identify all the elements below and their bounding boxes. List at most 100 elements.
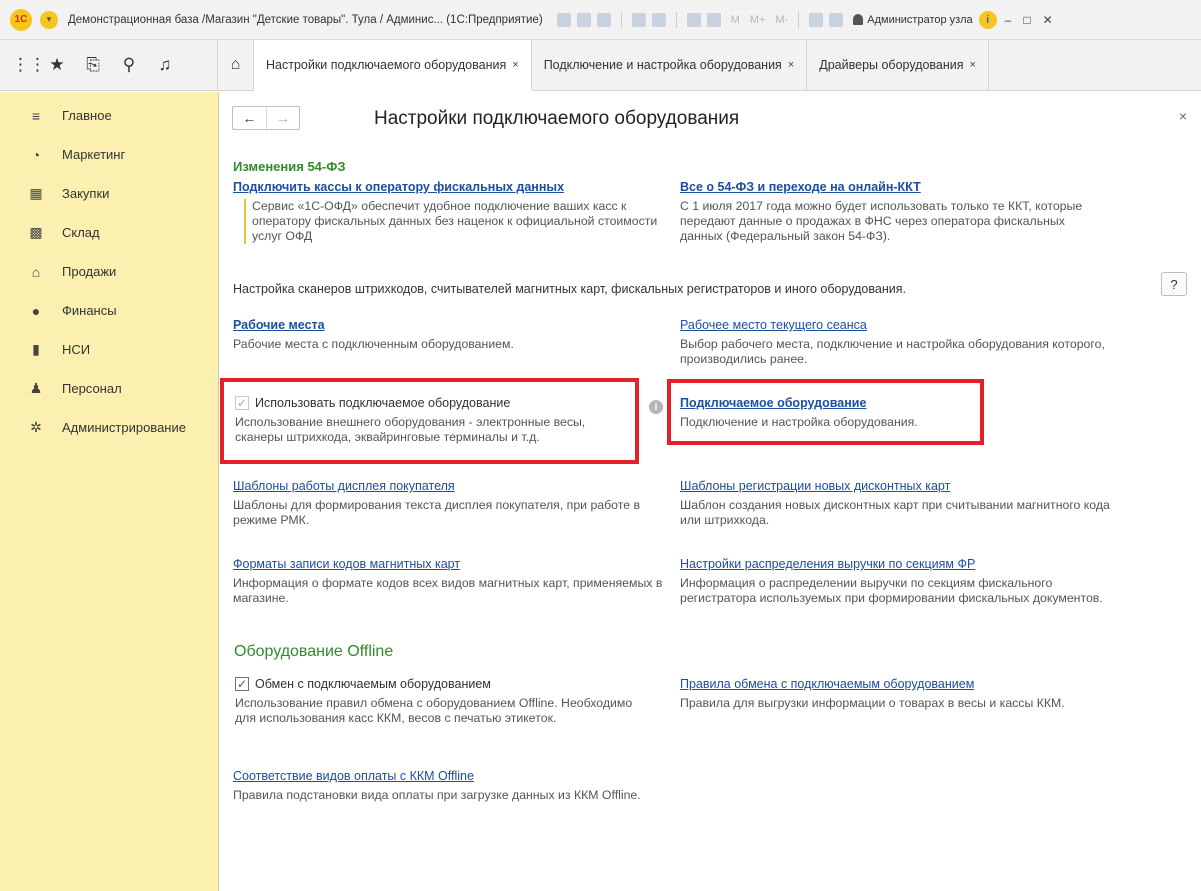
user-menu[interactable]: Администратор узла	[853, 13, 973, 26]
help-button[interactable]: ?	[1161, 272, 1187, 296]
sidebar-item-purchases[interactable]: ▦ Закупки	[0, 174, 218, 213]
cart-icon: ▦	[29, 185, 43, 201]
calendar-icon[interactable]	[706, 12, 721, 27]
sidebar-item-label: Финансы	[62, 303, 117, 318]
info-circle-icon[interactable]: i	[649, 400, 663, 414]
use-equipment-row[interactable]: ✓ Использовать подключаемое оборудование	[235, 396, 635, 410]
sections-sidebar: ≡ Главное ◔ Маркетинг ▦ Закупки ▩ Склад …	[0, 92, 219, 891]
panel-icon[interactable]	[829, 12, 844, 27]
close-window-button[interactable]: ✕	[1043, 13, 1053, 27]
sidebar-item-label: Главное	[62, 108, 112, 123]
main-menu-dropdown-icon[interactable]: ▾	[40, 10, 58, 29]
use-equipment-description: Использование внешнего оборудования - эл…	[235, 415, 586, 444]
close-form-icon[interactable]: ×	[1179, 108, 1187, 124]
memory-minus-button[interactable]: M-	[775, 14, 788, 26]
main-content: ← → Настройки подключаемого оборудования…	[220, 92, 1201, 891]
current-workplace-block: Рабочее место текущего сеанса Выбор рабо…	[680, 318, 1110, 367]
back-arrow-icon[interactable]: ←	[233, 107, 266, 129]
workplaces-block: Рабочие места Рабочие места с подключенн…	[233, 318, 653, 352]
tab-label: Драйверы оборудования	[819, 58, 964, 72]
info-icon[interactable]: i	[978, 10, 997, 29]
send-icon[interactable]	[651, 12, 666, 27]
payment-mapping-link[interactable]: Соответствие видов оплаты с ККМ Offline	[233, 769, 673, 783]
sections-menu-icon[interactable]: ⋮⋮	[12, 55, 46, 75]
intro-text: Настройка сканеров штрихкодов, считывате…	[233, 282, 906, 296]
magcard-formats-link[interactable]: Форматы записи кодов магнитных карт	[233, 557, 663, 571]
use-equipment-checkbox[interactable]: ✓	[235, 396, 249, 410]
tab-label: Настройки подключаемого оборудования	[266, 58, 507, 72]
payment-mapping-block: Соответствие видов оплаты с ККМ Offline …	[233, 769, 673, 803]
forward-arrow-icon[interactable]: →	[266, 107, 299, 129]
favorites-star-icon[interactable]: ★	[48, 55, 66, 75]
revenue-distribution-link[interactable]: Настройки распределения выручки по секци…	[680, 557, 1120, 571]
exchange-rules-link[interactable]: Правила обмена с подключаемым оборудован…	[680, 677, 1100, 691]
display-templates-link[interactable]: Шаблоны работы дисплея покупателя	[233, 479, 663, 493]
sidebar-item-label: Склад	[62, 225, 100, 240]
minimize-button[interactable]: –	[1005, 13, 1012, 27]
zoom-icon[interactable]	[809, 12, 824, 27]
sidebar-item-personnel[interactable]: ♟ Персонал	[0, 369, 218, 408]
window-title: Демонстрационная база /Магазин "Детские …	[68, 13, 543, 26]
separator	[798, 11, 800, 28]
close-tab-icon[interactable]: ×	[970, 59, 976, 71]
tab-equipment-drivers[interactable]: Драйверы оборудования ×	[807, 40, 989, 90]
app-logo-icon[interactable]: 1С	[10, 8, 32, 31]
preview-icon[interactable]	[596, 12, 611, 27]
sidebar-item-nsi[interactable]: ▮ НСИ	[0, 330, 218, 369]
notifications-bell-icon[interactable]: ♫	[156, 55, 174, 75]
fz-section-header: Изменения 54-ФЗ	[233, 159, 346, 174]
sidebar-item-label: Продажи	[62, 264, 117, 279]
person-icon: ♟	[29, 380, 43, 396]
exchange-checkbox[interactable]: ✓	[235, 677, 249, 691]
memory-plus-button[interactable]: M+	[750, 14, 766, 26]
discount-templates-block: Шаблоны регистрации новых дисконтных кар…	[680, 479, 1110, 528]
close-tab-icon[interactable]: ×	[788, 59, 794, 71]
memory-button[interactable]: M	[731, 14, 740, 26]
exchange-row[interactable]: ✓ Обмен с подключаемым оборудованием	[235, 677, 655, 691]
tab-equipment-settings[interactable]: Настройки подключаемого оборудования ×	[254, 40, 532, 91]
exchange-description: Использование правил обмена с оборудован…	[235, 696, 633, 725]
discount-templates-link[interactable]: Шаблоны регистрации новых дисконтных кар…	[680, 479, 1110, 493]
tab-equipment-connection[interactable]: Подключение и настройка оборудования ×	[531, 40, 808, 90]
current-workplace-description: Выбор рабочего места, подключение и наст…	[680, 337, 1105, 366]
connect-ofd-description: Сервис «1С-ОФД» обеспечит удобное подклю…	[244, 199, 658, 244]
warehouse-icon: ▩	[29, 224, 43, 240]
payment-mapping-description: Правила подстановки вида оплаты при загр…	[233, 788, 641, 802]
about-54fz-link[interactable]: Все о 54-ФЗ и переходе на онлайн-ККТ	[680, 180, 1110, 194]
search-icon[interactable]: ⚲	[120, 55, 138, 75]
sidebar-item-finance[interactable]: ● Финансы	[0, 291, 218, 330]
fz-left-block: Подключить кассы к оператору фискальных …	[233, 180, 658, 244]
revenue-distribution-block: Настройки распределения выручки по секци…	[680, 557, 1120, 606]
navigation-bar: ⋮⋮ ★ ⎘ ⚲ ♫ ⌂ Настройки подключаемого обо…	[0, 40, 1201, 91]
gear-icon: ✲	[30, 419, 42, 435]
sidebar-item-sales[interactable]: ⌂ Продажи	[0, 252, 218, 291]
close-tab-icon[interactable]: ×	[512, 59, 518, 71]
exchange-label: Обмен с подключаемым оборудованием	[255, 677, 491, 691]
pie-chart-icon: ◔	[31, 146, 41, 163]
user-name: Администратор узла	[867, 13, 973, 26]
user-icon	[853, 14, 864, 25]
connected-equipment-link[interactable]: Подключаемое оборудование	[680, 396, 980, 410]
sidebar-item-marketing[interactable]: ◔ Маркетинг	[0, 135, 218, 174]
book-icon: ▮	[32, 341, 40, 357]
current-workplace-link[interactable]: Рабочее место текущего сеанса	[680, 318, 1110, 332]
calculator-icon[interactable]	[686, 12, 701, 27]
home-icon[interactable]: ⌂	[218, 40, 254, 90]
sidebar-item-label: НСИ	[62, 342, 91, 357]
revenue-distribution-description: Информация о распределении выручки по се…	[680, 576, 1103, 605]
link-icon[interactable]	[631, 12, 646, 27]
exchange-rules-block: Правила обмена с подключаемым оборудован…	[680, 677, 1100, 711]
restore-button[interactable]: □	[1023, 13, 1030, 27]
fz-right-block: Все о 54-ФЗ и переходе на онлайн-ККТ С 1…	[680, 180, 1110, 244]
workplaces-link[interactable]: Рабочие места	[233, 318, 653, 332]
history-icon[interactable]: ⎘	[84, 55, 102, 75]
offline-section-header: Оборудование Offline	[234, 643, 394, 660]
print-icon[interactable]	[576, 12, 591, 27]
sidebar-item-administration[interactable]: ✲ Администрирование	[0, 408, 218, 447]
sidebar-item-label: Администрирование	[62, 420, 186, 435]
save-icon[interactable]	[556, 12, 571, 27]
sidebar-item-warehouse[interactable]: ▩ Склад	[0, 213, 218, 252]
title-bar: 1С ▾ Демонстрационная база /Магазин "Дет…	[0, 0, 1201, 40]
sidebar-item-main[interactable]: ≡ Главное	[0, 96, 218, 135]
connect-ofd-link[interactable]: Подключить кассы к оператору фискальных …	[233, 180, 658, 194]
